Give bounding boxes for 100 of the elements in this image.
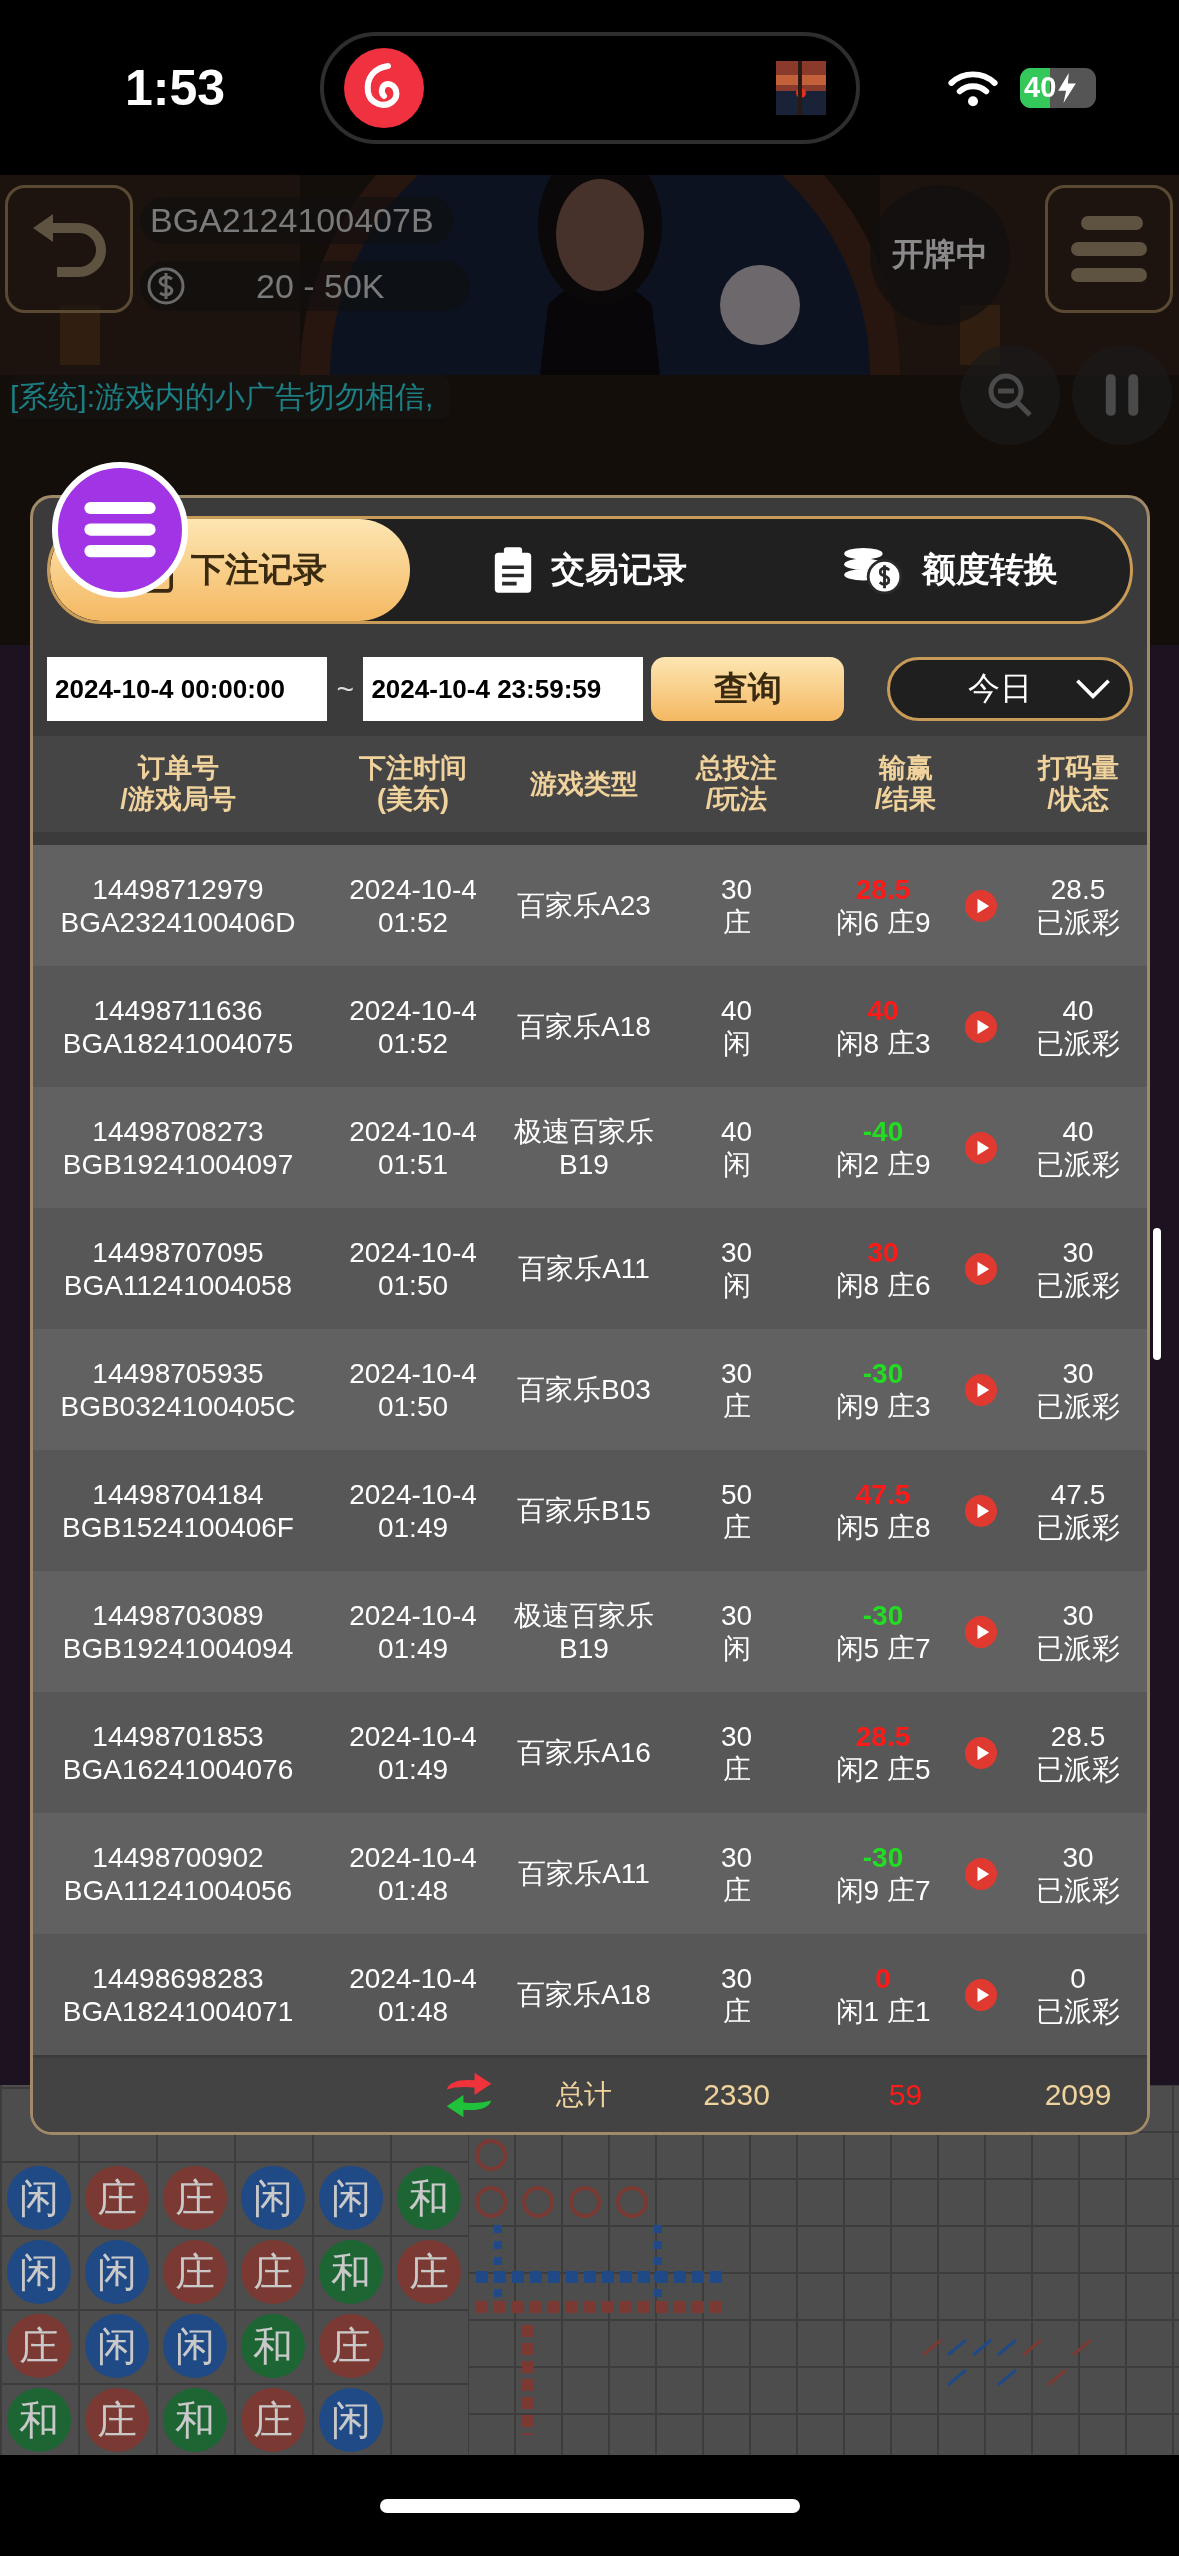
wager-status-cell-text: 40 已派彩 (1035, 1114, 1121, 1181)
play-button[interactable] (964, 1615, 997, 1648)
bead: 庄 (241, 2388, 305, 2452)
bet-amount-cell-text: 50 庄 (719, 1477, 754, 1544)
tab[interactable]: 额度转换 (770, 519, 1130, 621)
bet-time-cell-text: 2024-10-4 01:50 (348, 1356, 478, 1423)
bead: 闲 (319, 2388, 383, 2452)
bead: 和 (319, 2240, 383, 2304)
play-button[interactable] (964, 1494, 997, 1527)
play-button[interactable] (964, 1010, 997, 1043)
dollar-icon (146, 266, 186, 306)
bet-amount-cell-text: 30 庄 (719, 1719, 754, 1786)
bead: 庄 (85, 2166, 149, 2230)
order-number-cell-text: 14498712979 BGA2324100406D (59, 872, 297, 939)
bead: 和 (163, 2388, 227, 2452)
bet-time-cell-text: 2024-10-4 01:49 (348, 1719, 478, 1786)
bet-amount-cell-text: 30 庄 (719, 1961, 754, 2028)
order-number-cell-text: 14498704184 BGB1524100406F (61, 1477, 295, 1544)
column-header: 总投注 /玩法 (694, 753, 778, 815)
game-type-cell-text: 极速百家乐B19 (513, 1114, 655, 1181)
order-number-cell-text: 14498707095 BGA11241004058 (62, 1235, 294, 1302)
order-number-cell-text: 14498708273 BGB19241004097 (61, 1114, 295, 1181)
clipboard-icon (493, 547, 533, 593)
game-type-cell-text: 百家乐B03 (516, 1373, 652, 1406)
bead: 闲 (85, 2240, 149, 2304)
tab[interactable]: 交易记录 (410, 519, 770, 621)
game-type-cell-text: 百家乐A23 (516, 889, 652, 922)
bet-amount-cell-text: 30 庄 (719, 1356, 754, 1423)
bet-time-cell-text: 2024-10-4 01:49 (348, 1598, 478, 1665)
chevron-down-icon (1074, 678, 1112, 700)
win-loss-amount: 30 (867, 1235, 899, 1269)
play-button[interactable] (964, 1736, 997, 1769)
bead: 庄 (7, 2314, 71, 2378)
play-button[interactable] (964, 1978, 997, 2011)
query-button[interactable]: 查询 (651, 657, 845, 721)
result-text: 闲9 庄3 (835, 1389, 931, 1423)
bet-amount-cell-text: 40 闲 (719, 993, 754, 1060)
column-header: 订单号 /游戏局号 (119, 753, 237, 815)
bet-amount-cell-text: 30 闲 (719, 1235, 754, 1302)
bet-time-cell-text: 2024-10-4 01:50 (348, 1235, 478, 1302)
win-loss-amount: 28.5 (855, 872, 911, 906)
bead: 庄 (397, 2240, 461, 2304)
bead: 闲 (319, 2166, 383, 2230)
bead: 闲 (7, 2240, 71, 2304)
result-text: 闲6 庄9 (835, 905, 931, 939)
menu-icon (82, 500, 158, 560)
wager-status-cell-text: 30 已派彩 (1035, 1598, 1121, 1665)
bet-amount-cell-text: 30 庄 (719, 1840, 754, 1907)
order-number-cell-text: 14498700902 BGA11241004056 (62, 1840, 294, 1907)
win-loss-amount: -30 (862, 1840, 904, 1874)
total-label: 总计 (555, 2078, 613, 2112)
result-text: 闲9 庄7 (835, 1873, 931, 1907)
wager-status-cell-text: 40 已派彩 (1035, 993, 1121, 1060)
range-separator: ~ (335, 672, 355, 706)
play-button[interactable] (964, 889, 997, 922)
game-type-cell-text: 百家乐B15 (516, 1494, 652, 1527)
bet-amount-cell-text: 40 闲 (719, 1114, 754, 1181)
wager-status-cell-text: 30 已派彩 (1035, 1356, 1121, 1423)
result-text: 闲5 庄7 (835, 1631, 931, 1665)
order-number-cell-text: 14498703089 BGB19241004094 (61, 1598, 295, 1665)
column-header: 游戏类型 (529, 768, 639, 800)
result-text: 闲8 庄3 (835, 1026, 931, 1060)
win-loss-amount: -30 (862, 1356, 904, 1390)
play-button[interactable] (964, 1252, 997, 1285)
column-header: 输赢 /结果 (873, 753, 938, 815)
bead: 闲 (163, 2314, 227, 2378)
period-dropdown[interactable]: 今日 (887, 657, 1133, 721)
bet-time-cell-text: 2024-10-4 01:49 (348, 1477, 478, 1544)
result-text: 闲5 庄8 (835, 1510, 931, 1544)
win-loss-amount: 47.5 (855, 1477, 911, 1511)
bet-time-cell-text: 2024-10-4 01:52 (348, 993, 478, 1060)
end-date-field[interactable]: 2024-10-4 23:59:59 (363, 657, 644, 721)
play-button[interactable] (964, 1373, 997, 1406)
bead: 和 (397, 2166, 461, 2230)
bet-amount-cell-text: 30 庄 (719, 872, 754, 939)
order-number-cell-text: 14498701853 BGA16241004076 (61, 1719, 295, 1786)
bet-time-cell-text: 2024-10-4 01:51 (348, 1114, 478, 1181)
bead: 庄 (163, 2240, 227, 2304)
bet-amount-cell-text: 30 闲 (719, 1598, 754, 1665)
column-header: 打码量 /状态 (1036, 753, 1120, 815)
clock-time: 1:53 (125, 58, 227, 117)
win-loss-amount: 40 (867, 993, 899, 1027)
chat-message: [系统]:游戏内的小广告切勿相信, (10, 375, 450, 419)
bead: 闲 (241, 2166, 305, 2230)
wager-status-cell-text: 30 已派彩 (1035, 1840, 1121, 1907)
charging-icon (1058, 72, 1077, 103)
order-number-cell-text: 14498705935 BGB0324100405C (59, 1356, 297, 1423)
result-text: 闲2 庄9 (835, 1147, 931, 1181)
wager-status-cell-text: 0 已派彩 (1035, 1961, 1121, 2028)
column-header: 下注时间 (美东) (358, 753, 468, 815)
start-date-field[interactable]: 2024-10-4 00:00:00 (47, 657, 327, 721)
win-loss-amount: 0 (875, 1961, 891, 1995)
play-button[interactable] (964, 1857, 997, 1890)
bet-limits: 20 - 50K (256, 266, 385, 306)
order-number-cell-text: 14498711636 BGA18241004075 (61, 993, 295, 1060)
game-type-cell-text: 极速百家乐B19 (513, 1598, 655, 1665)
home-indicator[interactable] (379, 2498, 800, 2513)
wager-status-cell-text: 47.5 已派彩 (1035, 1477, 1121, 1544)
game-type-cell-text: 百家乐A11 (517, 1857, 651, 1890)
play-button[interactable] (964, 1131, 997, 1164)
